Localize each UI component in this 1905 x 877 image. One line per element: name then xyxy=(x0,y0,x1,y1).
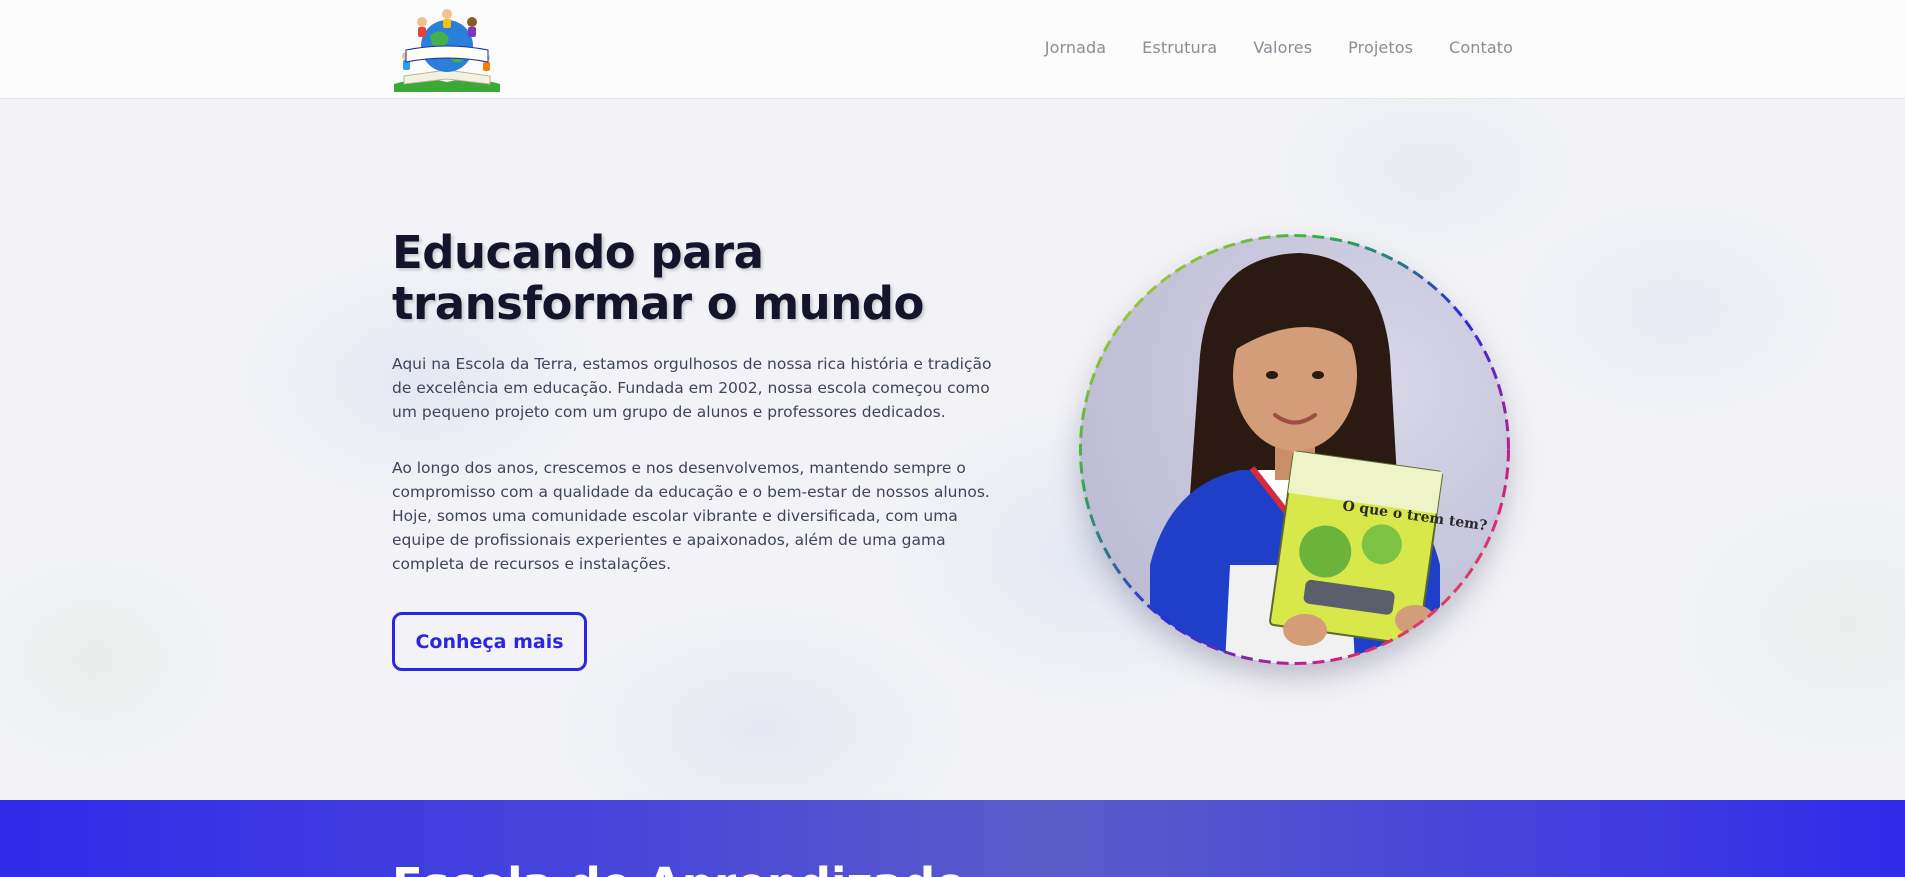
hero-section: Educando para transformar o mundo Aqui n… xyxy=(0,99,1905,800)
section-title: Escola de Aprendizado xyxy=(392,858,966,877)
nav-valores[interactable]: Valores xyxy=(1253,38,1312,57)
next-section-band: Escola de Aprendizado xyxy=(0,800,1905,877)
hero-paragraph-2: Ao longo dos anos, crescemos e nos desen… xyxy=(392,459,990,573)
hero-title: Educando para transformar o mundo xyxy=(392,227,952,329)
hero-title-line2: transformar o mundo xyxy=(392,277,924,330)
nav-estrutura[interactable]: Estrutura xyxy=(1142,38,1217,57)
learn-more-button[interactable]: Conheça mais xyxy=(392,612,587,671)
nav-contato[interactable]: Contato xyxy=(1449,38,1513,57)
nav-jornada[interactable]: Jornada xyxy=(1045,38,1106,57)
student-photo: O que o trem tem? xyxy=(1077,232,1512,667)
hero-paragraph-1: Aqui na Escola da Terra, estamos orgulho… xyxy=(392,355,992,421)
dashed-rainbow-ring xyxy=(1079,234,1510,665)
site-header: Jornada Estrutura Valores Projetos Conta… xyxy=(0,0,1905,99)
nav-projetos[interactable]: Projetos xyxy=(1348,38,1413,57)
main-nav: Jornada Estrutura Valores Projetos Conta… xyxy=(1045,38,1513,57)
hero-background-overlay xyxy=(0,99,1905,800)
hero-title-line1: Educando para xyxy=(392,226,764,279)
school-logo[interactable] xyxy=(392,6,502,92)
